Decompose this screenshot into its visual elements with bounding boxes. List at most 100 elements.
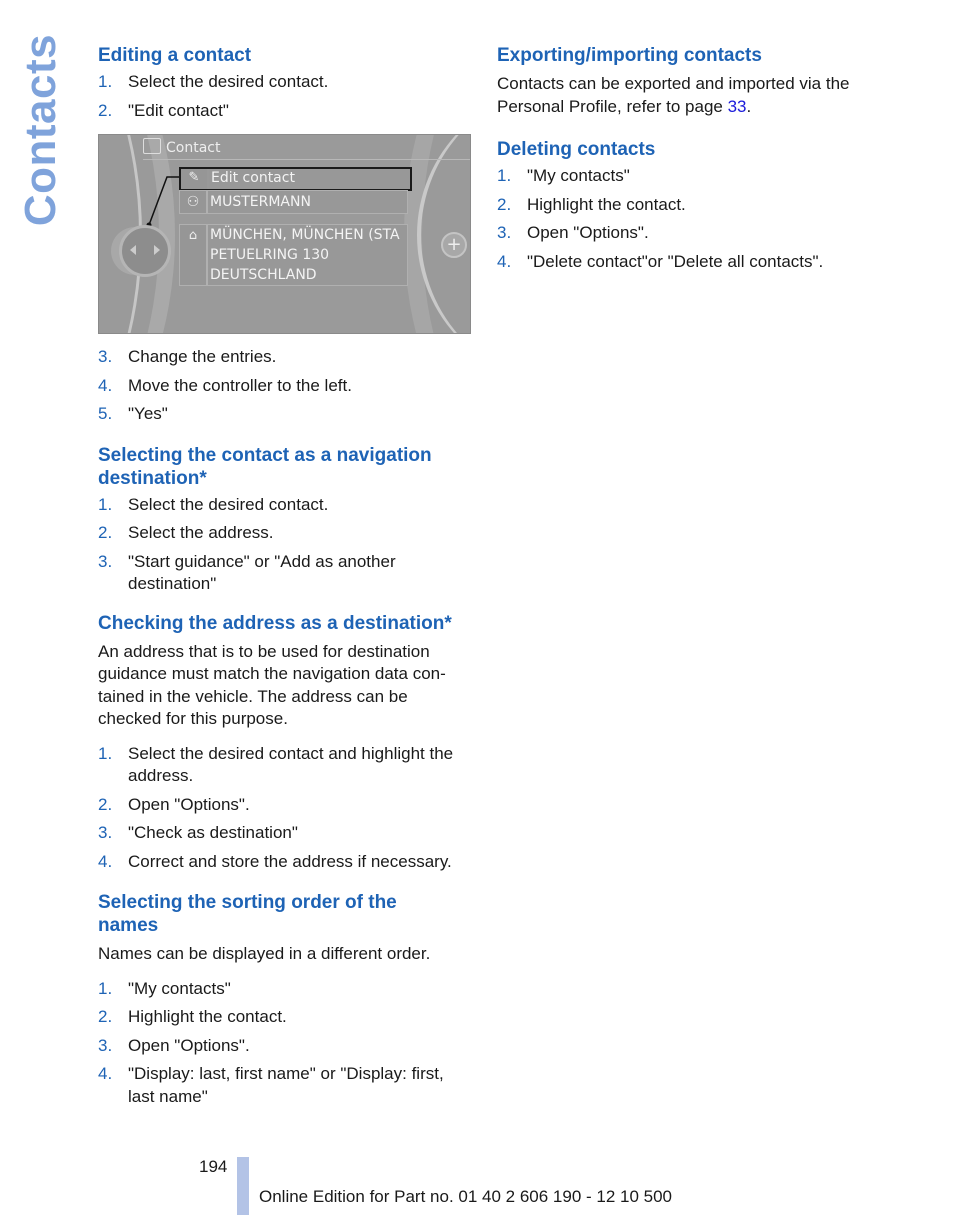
step-number: 3. [98, 1035, 113, 1055]
footer-accent-bar [237, 1157, 249, 1215]
section-body: Names can be displayed in a different or… [98, 944, 431, 963]
step-text: "Display: last, first name" or "Display:… [128, 1064, 444, 1106]
section-body: Contacts can be exported and imported vi… [497, 73, 877, 118]
section-heading: Exporting/importing contacts [497, 45, 762, 66]
section-sorting-order: Selecting the sorting order of the names… [98, 891, 470, 1108]
step-number: 4. [98, 1064, 113, 1083]
steps-list: 1. Select the desired contact and highlig… [98, 743, 470, 874]
list-item: 4. "Display: last, first name" or "Displa… [98, 1063, 470, 1108]
steps-list: 1. "My contacts" 2. Highlight the contact.… [98, 978, 470, 1109]
footer-edition: Online Edition for Part no. 01 40 2 606 … [259, 1187, 673, 1206]
step-text: Select the desired contact. [128, 72, 329, 91]
left-column: Editing a contact 1. Select the desired c… [98, 44, 471, 1114]
step-number: 1. [497, 166, 512, 185]
step-text: Change the entries. [128, 347, 277, 366]
list-item: 1. Select the desired contact. [98, 71, 470, 94]
address-line: PETUELRING 130 [210, 247, 330, 263]
arrow-right-icon [154, 245, 160, 255]
address-lines: MÜNCHEN, MÜNCHEN (STA PETUELRING 130 DEU… [207, 224, 408, 286]
list-item: 1. "My contacts" [497, 165, 877, 188]
menu-item-name[interactable]: ⚇ MUSTERMANN [179, 190, 408, 214]
list-item: 2. Select the address. [98, 522, 470, 545]
list-item: 4. "Delete contact"or "Delete all contact… [497, 251, 877, 274]
step-number: 1. [98, 72, 113, 91]
controller-left-right-icon [119, 225, 171, 277]
right-column: Exporting/importing contacts Contacts ca… [497, 44, 877, 279]
plus-icon: + [441, 232, 467, 258]
step-text: "Edit contact" [128, 100, 229, 120]
section-heading: Selecting the contact as a navigation de… [98, 444, 432, 489]
person-icon: ⚇ [179, 190, 207, 214]
steps-list: 1. Select the desired contact. 2. Select t… [98, 494, 470, 596]
list-item: 3. "Start guidance" or "Add as another de… [98, 551, 470, 596]
steps-list: 1. Select the desired contact. 2. "Edit co… [98, 71, 470, 122]
list-item: 2. Open "Options". [98, 794, 470, 817]
step-number: 4. [497, 251, 512, 271]
pencil-icon: ✎ [181, 169, 207, 189]
step-number: 2. [98, 523, 113, 542]
step-text: Select the address. [128, 523, 274, 542]
step-text: Select the desired contact. [128, 494, 329, 514]
menu-item-edit-contact[interactable]: ✎ Edit contact [179, 167, 412, 191]
list-item: 1. Select the desired contact and highlig… [98, 743, 470, 788]
step-number: 3. [98, 551, 113, 571]
step-number: 1. [98, 743, 113, 763]
section-heading: Selecting the sorting order of the names [98, 892, 397, 936]
menu-item-label: Edit contact [209, 169, 410, 189]
step-number: 5. [98, 404, 113, 423]
step-text: "Yes" [128, 404, 168, 423]
list-item: 3. Open "Options". [497, 222, 877, 245]
step-number: 3. [497, 223, 512, 242]
list-item: 3. Change the entries. [98, 346, 470, 369]
body-text: Contacts can be exported and imported vi… [497, 74, 850, 116]
step-number: 2. [98, 1007, 113, 1026]
section-checking-address: Checking the address as a destination* A… [98, 612, 470, 874]
list-item: 4. Correct and store the address if neces… [98, 851, 470, 874]
section-heading: Checking the address as a destination* [98, 612, 452, 634]
step-text: "Check as destination" [128, 823, 298, 842]
step-text: Highlight the contact. [128, 1007, 287, 1026]
address-icon: ⌂ [179, 224, 207, 286]
page-link[interactable]: 33 [728, 97, 747, 116]
step-number: 4. [98, 375, 113, 395]
list-item: 5. "Yes" [98, 403, 470, 426]
step-number: 1. [98, 978, 113, 998]
list-item: 1. Select the desired contact. [98, 494, 470, 517]
step-text: "Start guidance" or "Add as another dest… [128, 551, 396, 594]
steps-list: 1. "My contacts" 2. Highlight the contact.… [497, 165, 877, 273]
step-number: 3. [98, 823, 113, 842]
list-item: 2. "Edit contact" [98, 100, 470, 123]
step-text: Open "Options". [128, 1035, 250, 1055]
list-item: 4. Move the controller to the left. [98, 375, 470, 398]
page-number: 194 [199, 1157, 228, 1176]
step-text: "My contacts" [128, 978, 231, 998]
arrow-left-icon [130, 245, 136, 255]
step-number: 2. [98, 100, 113, 120]
chapter-side-title-text: Contacts [16, 33, 65, 227]
step-text: "Delete contact"or "Delete all contacts"… [527, 251, 824, 271]
step-number: 2. [497, 194, 512, 214]
address-line: MÜNCHEN, MÜNCHEN (STA [210, 227, 400, 243]
section-editing-contact: Editing a contact 1. Select the desired c… [98, 44, 471, 426]
section-heading: Editing a contact [98, 45, 252, 66]
list-item: 3. Open "Options". [98, 1035, 470, 1058]
steps-list: 3. Change the entries. 4. Move the control… [98, 346, 470, 426]
step-text: Select the desired contact and highlight… [128, 743, 454, 786]
chapter-side-title: Contacts [6, 34, 76, 226]
section-navigation-destination: Selecting the contact as a navigation de… [98, 444, 470, 596]
list-item: 1. "My contacts" [98, 978, 470, 1001]
step-number: 1. [98, 494, 113, 514]
step-text: "My contacts" [527, 166, 630, 185]
section-heading: Deleting contacts [497, 139, 656, 160]
body-text: . [746, 96, 752, 116]
step-text: Highlight the contact. [527, 194, 686, 214]
list-item: 2. Highlight the contact. [98, 1006, 470, 1029]
list-item: 3. "Check as destination" [98, 822, 470, 845]
step-text: Open "Options". [527, 223, 649, 242]
address-line: DEUTSCHLAND [210, 267, 317, 283]
section-body: An address that is to be used for destin… [98, 641, 446, 729]
section-export-import: Exporting/importing contacts Contacts ca… [497, 44, 877, 118]
step-number: 4. [98, 851, 113, 871]
idrive-screenshot: Contact ✎ Edit contact ⚇ MUSTERMANN ⌂ MÜ… [98, 134, 471, 334]
menu-item-address[interactable]: ⌂ MÜNCHEN, MÜNCHEN (STA PETUELRING 130 D… [179, 224, 408, 286]
